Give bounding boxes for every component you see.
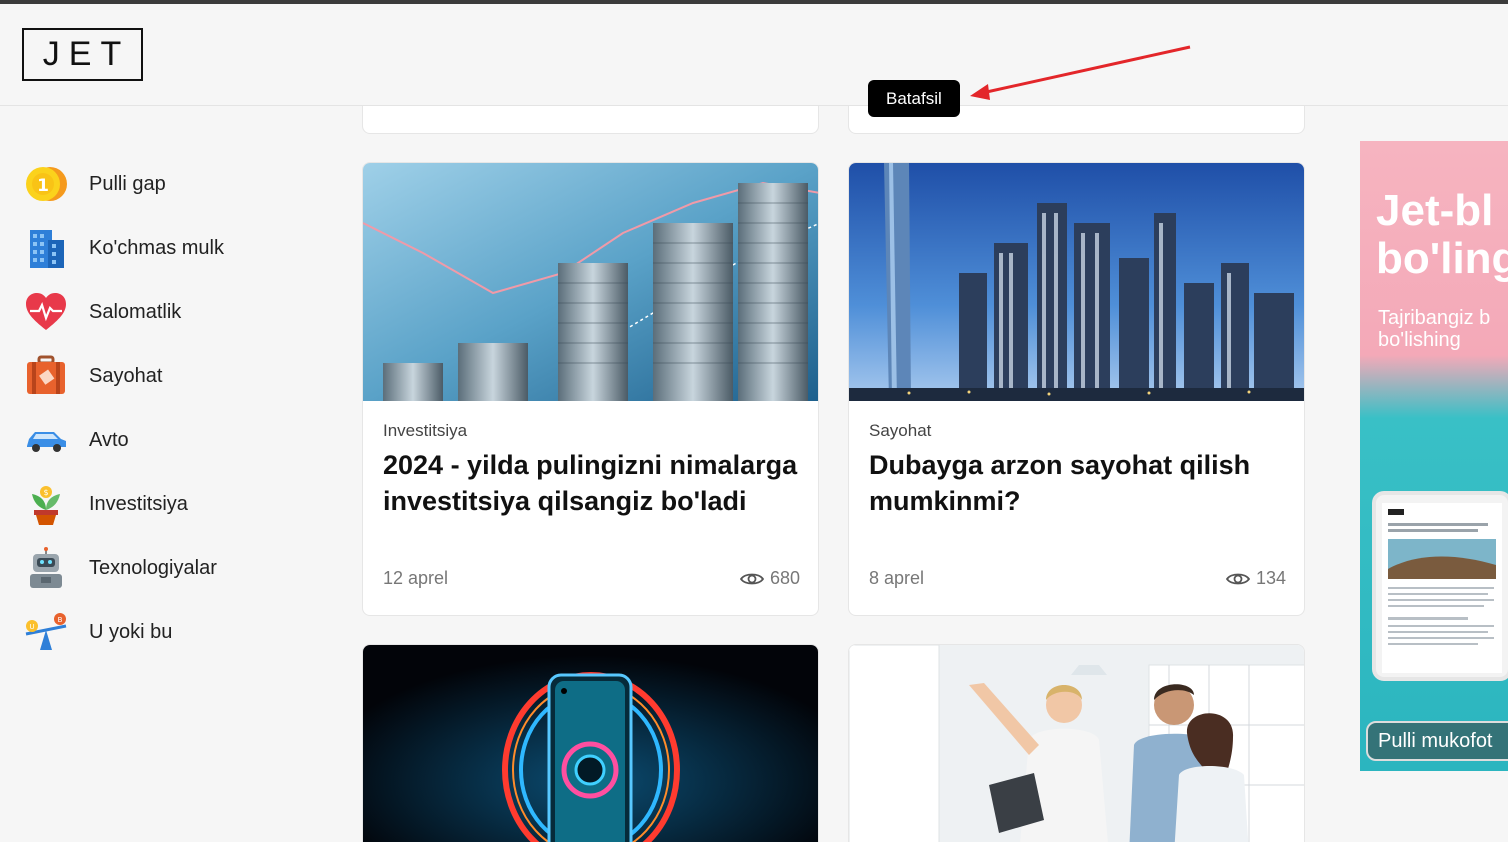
sidebar-item-investitsiya[interactable]: $ Investitsiya	[24, 472, 324, 536]
sidebar-item-label: Ko'chmas mulk	[89, 236, 224, 259]
sidebar-item-label: Sayohat	[89, 364, 163, 387]
sidebar-item-label: Texnologiyalar	[89, 556, 217, 579]
article-views: 680	[739, 568, 800, 589]
ad-subtitle: Tajribangiz b bo'lishing	[1378, 307, 1491, 351]
ad-headline: Jet-bl bo'ling	[1376, 186, 1508, 283]
sidebar-item-salomatlik[interactable]: Salomatlik	[24, 280, 324, 344]
article-card[interactable]: Sayohat Dubayga arzon sayohat qilish mum…	[848, 162, 1305, 616]
article-card[interactable]: Investitsiya 2024 - yilda pulingizni nim…	[362, 162, 819, 616]
sidebar-item-label: Pulli gap	[89, 172, 166, 195]
article-card[interactable]	[848, 644, 1305, 842]
real-estate-agent-image	[849, 645, 1304, 842]
article-title[interactable]: Dubayga arzon sayohat qilish mumkinmi?	[869, 447, 1284, 519]
money-plant-icon: $	[24, 482, 68, 526]
article-category[interactable]: Sayohat	[869, 421, 1284, 441]
views-count: 134	[1255, 568, 1286, 588]
robot-icon	[24, 546, 68, 590]
eye-icon	[739, 573, 764, 584]
seesaw-icon: UB	[24, 610, 68, 654]
ad-banner[interactable]: Jet-bl bo'ling Tajribangiz b bo'lishing …	[1360, 141, 1508, 771]
article-card[interactable]	[362, 644, 819, 842]
sidebar-item-avto[interactable]: Avto	[24, 408, 324, 472]
article-date: 8 aprel	[869, 568, 925, 588]
sidebar-item-u-yoki-bu[interactable]: UB U yoki bu	[24, 600, 324, 664]
category-sidebar: 1 Pulli gap Ko'chmas mulk Salomatlik Say…	[24, 152, 324, 664]
sidebar-item-label: U yoki bu	[89, 620, 173, 643]
svg-text:U: U	[29, 623, 34, 631]
views-count: 680	[769, 568, 800, 588]
site-header: JET	[0, 4, 1508, 106]
coins-stacks-image	[363, 163, 818, 401]
sidebar-item-label: Avto	[89, 428, 129, 451]
sidebar-item-label: Investitsiya	[89, 492, 188, 515]
sidebar-item-kochmas-mulk[interactable]: Ko'chmas mulk	[24, 216, 324, 280]
article-meta: 12 aprel 680	[383, 568, 800, 589]
building-icon	[24, 226, 68, 270]
dubai-skyline-image	[849, 163, 1304, 401]
eye-icon	[1225, 573, 1250, 584]
article-views: 134	[1225, 568, 1286, 589]
svg-text:1: 1	[37, 176, 49, 196]
suitcase-icon	[24, 354, 68, 398]
batafsil-tooltip: Batafsil	[868, 80, 960, 117]
article-title[interactable]: 2024 - yilda pulingizni nimalarga invest…	[383, 447, 798, 519]
sidebar-item-pulli-gap[interactable]: 1 Pulli gap	[24, 152, 324, 216]
svg-text:B: B	[58, 616, 63, 624]
heart-pulse-icon	[24, 290, 68, 334]
article-card-body: Sayohat Dubayga arzon sayohat qilish mum…	[849, 401, 1304, 519]
coin-icon: 1	[24, 162, 68, 206]
jet-logo[interactable]: JET	[22, 28, 143, 81]
article-meta: 8 aprel 134	[869, 568, 1286, 589]
article-date: 12 aprel	[383, 568, 449, 588]
car-icon	[24, 418, 68, 462]
smartphone-neon-image	[363, 645, 818, 842]
svg-text:$: $	[43, 488, 48, 497]
ad-cta-button[interactable]: Pulli mukofot	[1366, 721, 1508, 761]
article-category[interactable]: Investitsiya	[383, 421, 798, 441]
sidebar-item-texnologiyalar[interactable]: Texnologiyalar	[24, 536, 324, 600]
sidebar-item-label: Salomatlik	[89, 300, 182, 323]
tablet-illustration	[1372, 491, 1508, 681]
red-arrow-annotation	[970, 45, 1191, 100]
sidebar-item-sayohat[interactable]: Sayohat	[24, 344, 324, 408]
article-card-body: Investitsiya 2024 - yilda pulingizni nim…	[363, 401, 818, 519]
